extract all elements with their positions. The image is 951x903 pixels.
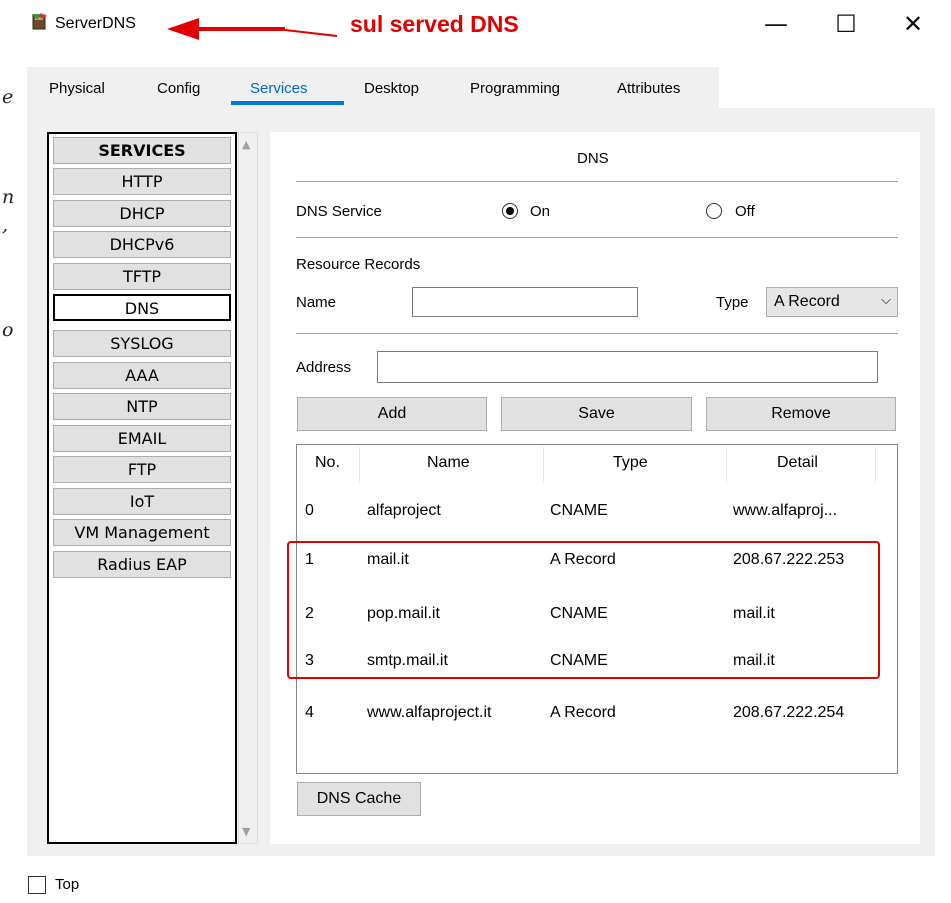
name-label: Name [296, 294, 337, 311]
column-separator [726, 447, 727, 483]
chevron-down-icon: ⌵ [881, 293, 891, 308]
top-checkbox[interactable] [28, 876, 46, 894]
column-separator [359, 447, 360, 483]
highlight-box [287, 541, 880, 679]
dns-on-label: On [530, 203, 551, 220]
type-select-value: A Record [774, 293, 840, 310]
service-aaa[interactable]: AAA [53, 362, 231, 389]
table-row-type[interactable]: A Record [550, 704, 616, 722]
service-syslog[interactable]: SYSLOG [53, 330, 231, 357]
dns-cache-button[interactable]: DNS Cache [297, 782, 421, 816]
side-fragment: e [2, 86, 14, 108]
service-dhcp[interactable]: DHCP [53, 200, 231, 227]
column-header-detail[interactable]: Detail [777, 454, 818, 472]
divider [296, 181, 898, 182]
column-header-type[interactable]: Type [613, 454, 648, 472]
active-tab-indicator [231, 101, 344, 105]
address-input[interactable] [377, 351, 878, 383]
type-label: Type [716, 294, 749, 311]
service-ntp[interactable]: NTP [53, 393, 231, 420]
remove-button[interactable]: Remove [706, 397, 896, 431]
side-fragment: o [2, 319, 14, 341]
table-row-name[interactable]: alfaproject [367, 502, 441, 520]
column-header-no[interactable]: No. [315, 454, 340, 472]
services-list: SERVICES HTTP DHCP DHCPv6 TFTP DNS SYSLO… [47, 132, 237, 844]
dns-service-label: DNS Service [296, 203, 382, 220]
table-row-name[interactable]: www.alfaproject.it [367, 704, 492, 722]
scroll-down-icon[interactable]: ▼ [242, 825, 250, 838]
column-separator [875, 447, 876, 483]
top-label: Top [55, 876, 80, 893]
side-fragment: , [2, 214, 9, 236]
service-email[interactable]: EMAIL [53, 425, 231, 452]
window-title: ServerDNS [55, 15, 136, 32]
side-fragment: n [2, 186, 15, 208]
tab-services[interactable]: Services [250, 80, 308, 97]
service-tftp[interactable]: TFTP [53, 263, 231, 290]
column-header-name[interactable]: Name [427, 454, 470, 472]
tab-attributes[interactable]: Attributes [617, 80, 680, 97]
dns-off-label: Off [735, 203, 755, 220]
dns-on-radio[interactable] [502, 203, 518, 219]
annotation-text: sul served DNS [350, 11, 519, 37]
dns-title: DNS [577, 150, 609, 167]
service-dns[interactable]: DNS [53, 294, 231, 321]
services-scrollbar[interactable]: ▲ ▼ [238, 132, 258, 844]
tab-physical[interactable]: Physical [49, 80, 105, 97]
type-select[interactable]: A Record ⌵ [766, 287, 898, 317]
close-button[interactable]: ✕ [890, 6, 936, 42]
table-row-detail[interactable]: 208.67.222.254 [733, 704, 844, 722]
add-button[interactable]: Add [297, 397, 487, 431]
divider [296, 237, 898, 238]
service-http[interactable]: HTTP [53, 168, 231, 195]
service-vm-management[interactable]: VM Management [53, 519, 231, 546]
tab-programming[interactable]: Programming [470, 80, 560, 97]
save-button[interactable]: Save [501, 397, 692, 431]
service-iot[interactable]: IoT [53, 488, 231, 515]
address-label: Address [296, 359, 352, 376]
scroll-up-icon[interactable]: ▲ [242, 138, 250, 151]
divider [296, 333, 898, 334]
table-row-detail[interactable]: www.alfaproj... [733, 502, 837, 520]
tab-desktop[interactable]: Desktop [364, 80, 419, 97]
maximize-button[interactable]: ☐ [823, 6, 869, 42]
service-radius-eap[interactable]: Radius EAP [53, 551, 231, 578]
annotation-arrow-icon [167, 18, 338, 40]
minimize-button[interactable]: — [753, 6, 799, 42]
server-icon [30, 12, 50, 32]
services-header: SERVICES [53, 137, 231, 164]
resource-records-label: Resource Records [296, 256, 421, 273]
dns-off-radio[interactable] [706, 203, 722, 219]
table-row-no[interactable]: 4 [305, 704, 314, 722]
name-input[interactable] [412, 287, 638, 317]
service-dhcpv6[interactable]: DHCPv6 [53, 231, 231, 258]
column-separator [543, 447, 544, 483]
table-row-type[interactable]: CNAME [550, 502, 608, 520]
service-ftp[interactable]: FTP [53, 456, 231, 483]
table-row-no[interactable]: 0 [305, 502, 314, 520]
tab-config[interactable]: Config [157, 80, 200, 97]
